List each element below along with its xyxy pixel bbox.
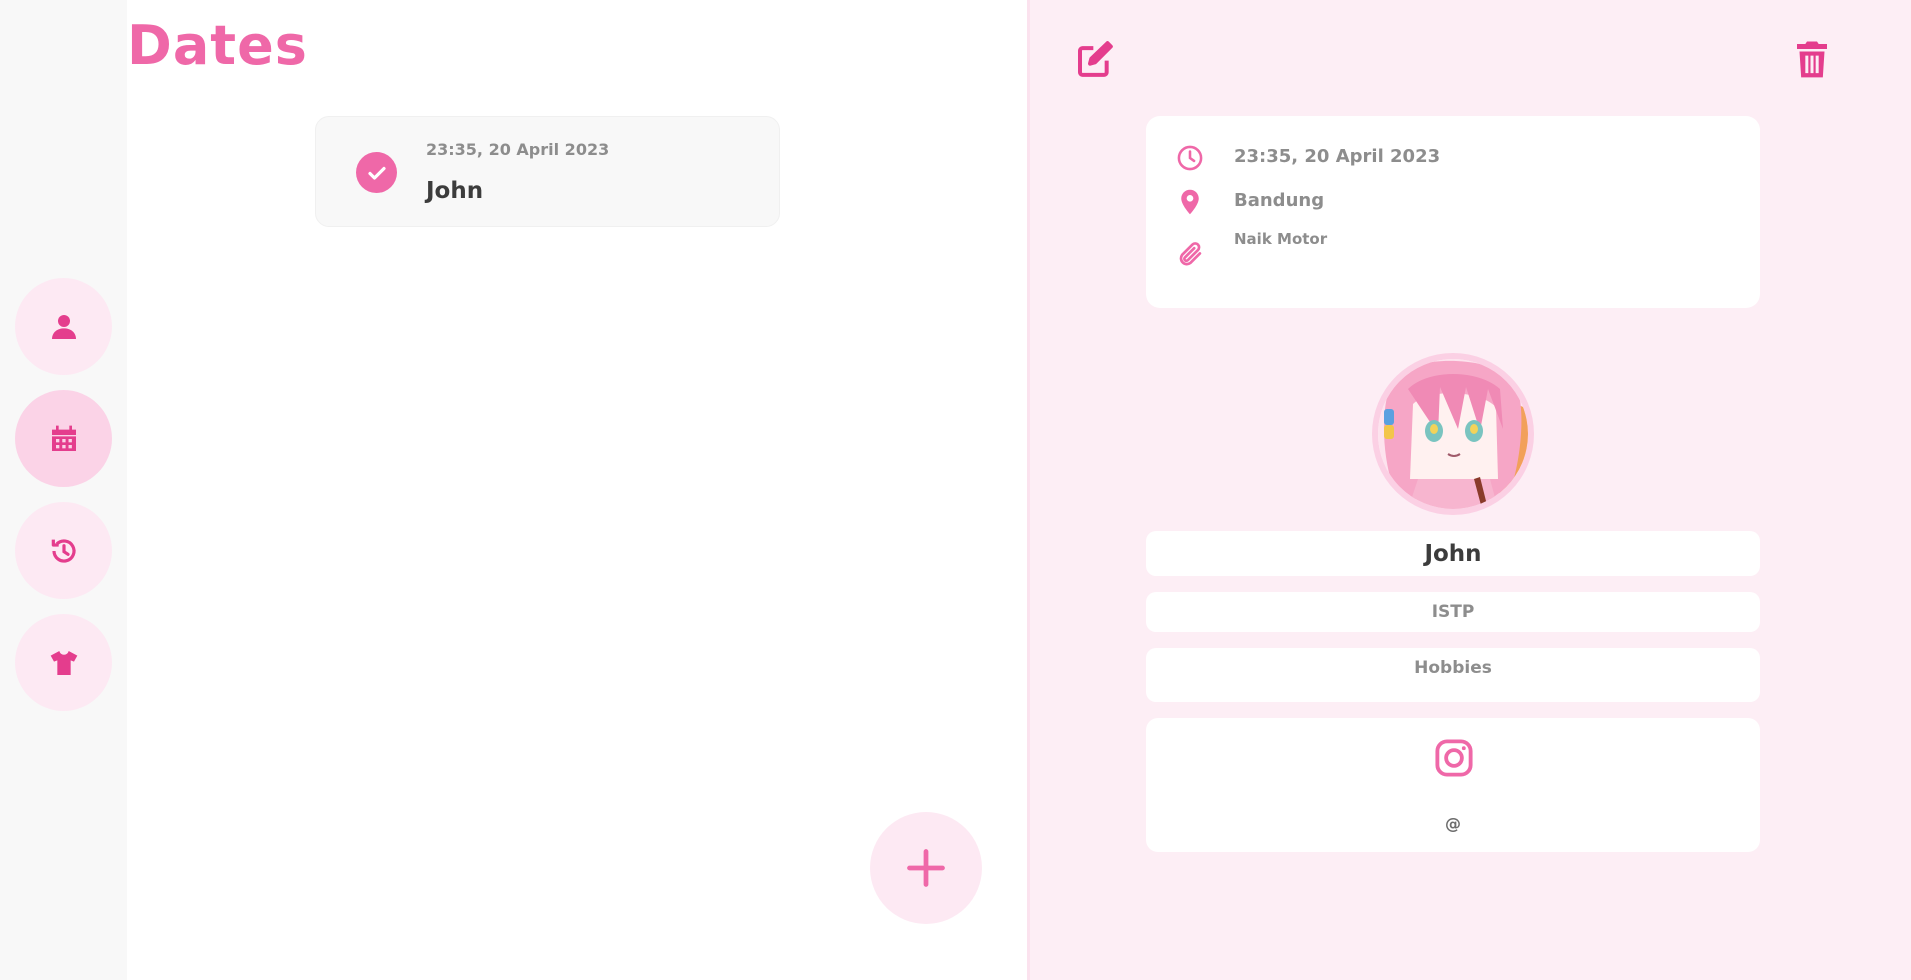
profile-hobbies: Hobbies: [1146, 648, 1760, 702]
nav-history-button[interactable]: [15, 502, 112, 599]
instagram-card: @: [1146, 718, 1760, 852]
info-note-row: Naik Motor: [1176, 230, 1327, 268]
nav-outfit-button[interactable]: [15, 614, 112, 711]
info-time-row: 23:35, 20 April 2023: [1176, 144, 1440, 172]
edit-button[interactable]: [1073, 35, 1117, 83]
edit-icon: [1078, 41, 1113, 77]
location-pin-icon: [1181, 189, 1199, 215]
calendar-icon: [51, 425, 76, 451]
check-circle-icon: [356, 152, 397, 193]
date-time: 23:35, 20 April 2023: [426, 140, 610, 159]
profile-name: John: [1146, 531, 1760, 576]
sidebar: [0, 0, 127, 980]
delete-button[interactable]: [1790, 35, 1834, 83]
add-date-button[interactable]: [870, 812, 982, 924]
nav-profile-button[interactable]: [15, 278, 112, 375]
nav-dates-button[interactable]: [15, 390, 112, 487]
clock-icon: [1177, 145, 1203, 171]
plus-icon: [907, 849, 945, 887]
info-location: Bandung: [1234, 190, 1325, 211]
avatar-image: [1378, 359, 1528, 509]
profile-mbti: ISTP: [1146, 592, 1760, 632]
person-icon: [51, 314, 76, 339]
info-location-row: Bandung: [1176, 188, 1324, 216]
history-icon: [51, 538, 76, 563]
page-title: Dates: [127, 14, 308, 77]
instagram-handle[interactable]: @: [1146, 814, 1760, 833]
paperclip-icon: [1179, 242, 1202, 266]
info-note: Naik Motor: [1234, 230, 1328, 248]
avatar: [1372, 353, 1534, 515]
detail-panel: 23:35, 20 April 2023 Bandung Naik Motor: [1027, 0, 1911, 980]
date-name: John: [426, 178, 484, 204]
date-info-card: 23:35, 20 April 2023 Bandung Naik Motor: [1146, 116, 1760, 308]
shirt-icon: [50, 650, 77, 675]
trash-icon: [1797, 41, 1827, 78]
instagram-icon[interactable]: [1433, 737, 1475, 779]
date-list-item[interactable]: 23:35, 20 April 2023 John: [315, 116, 780, 227]
info-time: 23:35, 20 April 2023: [1234, 146, 1441, 167]
